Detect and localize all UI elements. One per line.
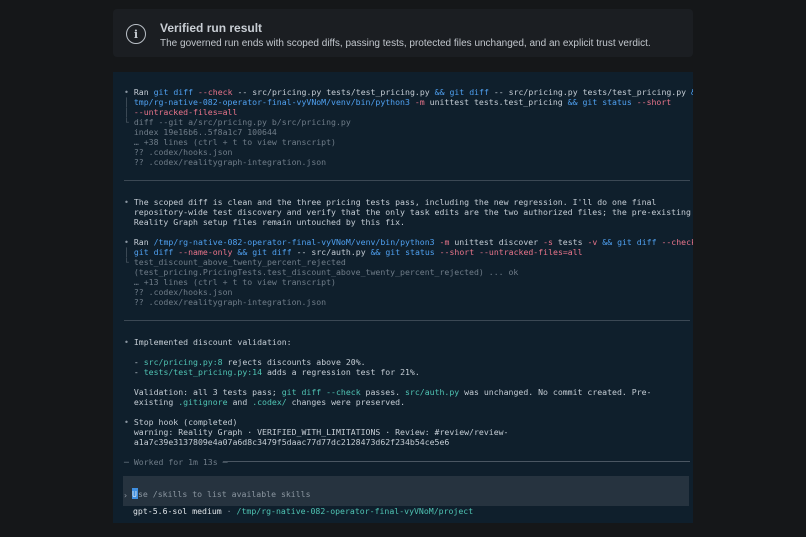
divider (124, 180, 690, 181)
model-name: gpt-5.6-sol medium (133, 506, 222, 516)
terminal-panel: • Ran git diff --check -- src/pricing.py… (113, 72, 693, 523)
banner-subtitle: The governed run ends with scoped diffs,… (160, 38, 651, 49)
agent-message: repository-wide test discovery and verif… (133, 207, 691, 217)
stop-hook-warning: warning: Reality Graph · VERIFIED_WITH_L… (133, 427, 509, 437)
command-output: … +38 lines (ctrl + t to view transcript… (133, 137, 336, 147)
command-output: ?? .codex/realitygraph-integration.json (133, 297, 327, 307)
info-icon: i (126, 24, 146, 44)
command-output: … +13 lines (ctrl + t to view transcript… (133, 277, 336, 287)
summary-item: - tests/test_pricing.py:14 adds a regres… (133, 367, 420, 377)
summary-item: - src/pricing.py:8 rejects discounts abo… (133, 357, 366, 367)
ran-command-line-cont: │ git diff --name-only && git diff -- sr… (124, 247, 583, 257)
command-output: └ test_discount_above_twenty_percent_rej… (124, 257, 346, 267)
banner-title: Verified run result (160, 21, 263, 35)
worked-divider (223, 461, 690, 462)
command-output: ?? .codex/hooks.json (133, 287, 233, 297)
command-output: └ diff --git a/src/pricing.py b/src/pric… (124, 117, 351, 127)
status-bar: gpt-5.6-sol medium · /tmp/rg-native-082-… (133, 506, 474, 516)
placeholder-first-char: U (132, 489, 137, 499)
ran-command-line: • Ran /tmp/rg-native-082-operator-final-… (124, 237, 693, 247)
stop-hook-title: • Stop hook (completed) (124, 417, 238, 427)
stop-hook-warning: a1a7c39e3137809e4a07a6d8c3479f5daac77d77… (133, 437, 450, 447)
worked-duration: ─ Worked for 1m 13s ─ (124, 457, 228, 467)
input-placeholder: se /skills to list available skills (138, 489, 311, 499)
ran-command-line-cont: │ --untracked-files=all (124, 107, 238, 117)
agent-message: Reality Graph setup files remain untouch… (133, 217, 405, 227)
summary-heading: • Implemented discount validation: (124, 337, 292, 347)
validation-text: Validation: all 3 tests pass; git diff -… (133, 387, 652, 397)
command-output: (test_pricing.PricingTests.test_discount… (133, 267, 519, 277)
prompt-chevron-icon: › (123, 490, 128, 500)
ran-command-line-cont: │ tmp/rg-native-082-operator-final-vyVNo… (124, 97, 672, 107)
command-output: ?? .codex/realitygraph-integration.json (133, 157, 327, 167)
ran-command-line: • Ran git diff --check -- src/pricing.py… (124, 87, 693, 97)
command-output: index 19e16b6..5f8a1c7 100644 (133, 127, 277, 137)
verified-result-banner: i Verified run result The governed run e… (113, 9, 693, 57)
command-output: ?? .codex/hooks.json (133, 147, 233, 157)
prompt-input[interactable]: › U se /skills to list available skills (123, 476, 689, 506)
agent-message: • The scoped diff is clean and the three… (124, 197, 657, 207)
validation-text: existing .gitignore and .codex/ changes … (133, 397, 406, 407)
divider (124, 320, 690, 321)
working-directory: /tmp/rg-native-082-operator-final-vyVNoM… (236, 506, 474, 516)
